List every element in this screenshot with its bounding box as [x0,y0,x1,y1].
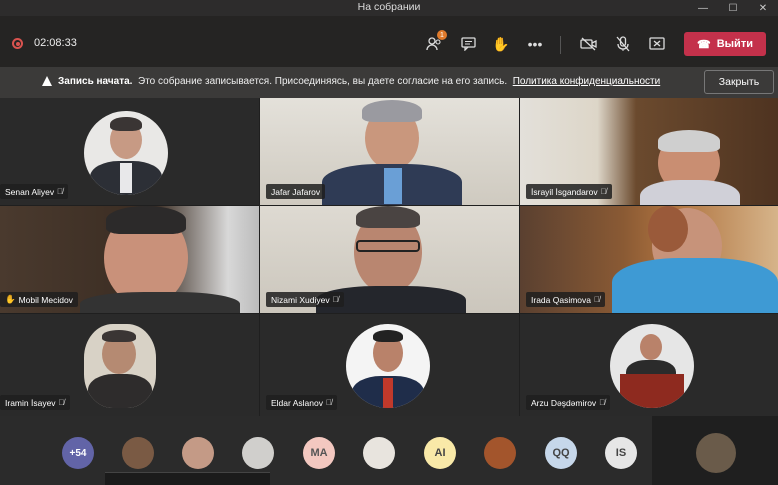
participant-name: Iramin İsayev [5,397,56,408]
participant-tile[interactable]: Arzu Dəşdəmirov 🎙̸ [520,314,778,416]
mic-off-icon[interactable] [612,33,634,55]
mic-muted-icon: 🎙̸ [325,398,332,407]
window-controls: — ☐ ✕ [688,0,778,16]
roster-avatar[interactable] [484,437,516,469]
participant-tile[interactable]: Jafar Jafarov [260,98,519,205]
roster-avatar[interactable] [182,437,214,469]
participant-name: İsrayil İsgandarov [531,186,598,197]
roster-initials-chip[interactable]: MA [303,437,335,469]
roster-avatar[interactable] [363,437,395,469]
participant-name-label: ✋ Mobil Mecidov [0,292,78,307]
leave-label: Выйти [716,38,753,50]
avatar [346,324,430,408]
recording-icon [12,38,23,49]
meeting-toolbar: 02:08:33 1 ✋ ••• ☎ Выйти [0,16,778,67]
video-grid: Senan Aliyev 🎙̸ Jafar Jafarov İsrayil İs… [0,98,778,416]
participant-name: Mobil Mecidov [18,294,73,305]
participants-icon[interactable]: 1 [423,30,447,55]
bottom-popup-edge [105,472,270,485]
title-bar: На собрании — ☐ ✕ [0,0,778,16]
participant-name-label: Senan Aliyev 🎙̸ [0,184,69,199]
banner-bold: Запись начата. [58,76,133,87]
recording-banner: Запись начата. Это собрание записывается… [0,67,778,98]
toolbar-divider [560,36,561,54]
roster-avatar[interactable] [122,437,154,469]
warning-icon [42,76,52,86]
mic-muted-icon: 🎙̸ [600,187,607,196]
more-options-icon[interactable]: ••• [524,33,546,55]
roster-initials-chip[interactable]: AI [424,437,456,469]
participant-name: Nizami Xudiyev [271,294,330,305]
chat-icon[interactable] [458,33,480,55]
avatar [610,324,694,408]
avatar [84,111,168,195]
mic-muted-icon: 🎙̸ [57,187,64,196]
raise-hand-icon[interactable]: ✋ [490,33,512,55]
participant-tile[interactable]: Iramin İsayev 🎙̸ [0,314,259,416]
share-tray-icon[interactable] [646,33,668,55]
leave-button[interactable]: ☎ Выйти [684,32,766,56]
participant-tile[interactable]: Senan Aliyev 🎙̸ [0,98,259,205]
banner-text: Это собрание записывается. Присоединяясь… [138,76,508,87]
participant-name: Jafar Jafarov [271,186,321,197]
participant-name-label: Jafar Jafarov [266,184,326,199]
raised-hand-icon: ✋ [5,294,16,304]
participant-tile[interactable]: Irada Qasimova 🎙̸ [520,206,778,313]
roster-avatar[interactable] [242,437,274,469]
participant-name: Senan Aliyev [5,186,55,197]
participant-name-label: Arzu Dəşdəmirov 🎙̸ [526,395,611,410]
more-participants-chip[interactable]: +54 [62,437,94,469]
participant-name-label: Eldar Aslanov 🎙̸ [266,395,337,410]
minimize-icon[interactable]: — [688,0,718,16]
banner-message: Запись начата. Это собрание записывается… [58,76,660,87]
close-window-icon[interactable]: ✕ [748,0,778,16]
self-view-avatar[interactable] [696,433,736,473]
participant-tile[interactable]: Eldar Aslanov 🎙̸ [260,314,519,416]
mic-muted-icon: 🎙̸ [599,398,606,407]
maximize-icon[interactable]: ☐ [718,0,748,16]
avatar [84,324,156,408]
mic-muted-icon: 🎙̸ [58,398,65,407]
participant-tile[interactable]: Nizami Xudiyev 🎙̸ [260,206,519,313]
banner-close-button[interactable]: Закрыть [704,70,774,94]
phone-hangup-icon: ☎ [697,38,711,51]
participant-tile[interactable]: İsrayil İsgandarov 🎙̸ [520,98,778,205]
window-title: На собрании [357,1,421,13]
participant-name-label: Irada Qasimova 🎙̸ [526,292,605,307]
participants-badge: 1 [437,30,447,40]
participant-tile[interactable]: ✋ Mobil Mecidov [0,206,259,313]
participant-name: Eldar Aslanov [271,397,323,408]
roster-initials-chip[interactable]: IS [605,437,637,469]
participant-name: Arzu Dəşdəmirov [531,397,597,408]
participant-name: Irada Qasimova [531,294,591,305]
camera-off-icon[interactable] [578,33,600,55]
meeting-timer: 02:08:33 [34,37,77,49]
participant-name-label: İsrayil İsgandarov 🎙̸ [526,184,612,199]
participant-name-label: Nizami Xudiyev 🎙̸ [266,292,344,307]
privacy-policy-link[interactable]: Политика конфиденциальности [513,76,661,87]
roster-initials-chip[interactable]: QQ [545,437,577,469]
mic-muted-icon: 🎙̸ [332,295,339,304]
mic-muted-icon: 🎙̸ [594,295,600,304]
participant-name-label: Iramin İsayev 🎙̸ [0,395,70,410]
